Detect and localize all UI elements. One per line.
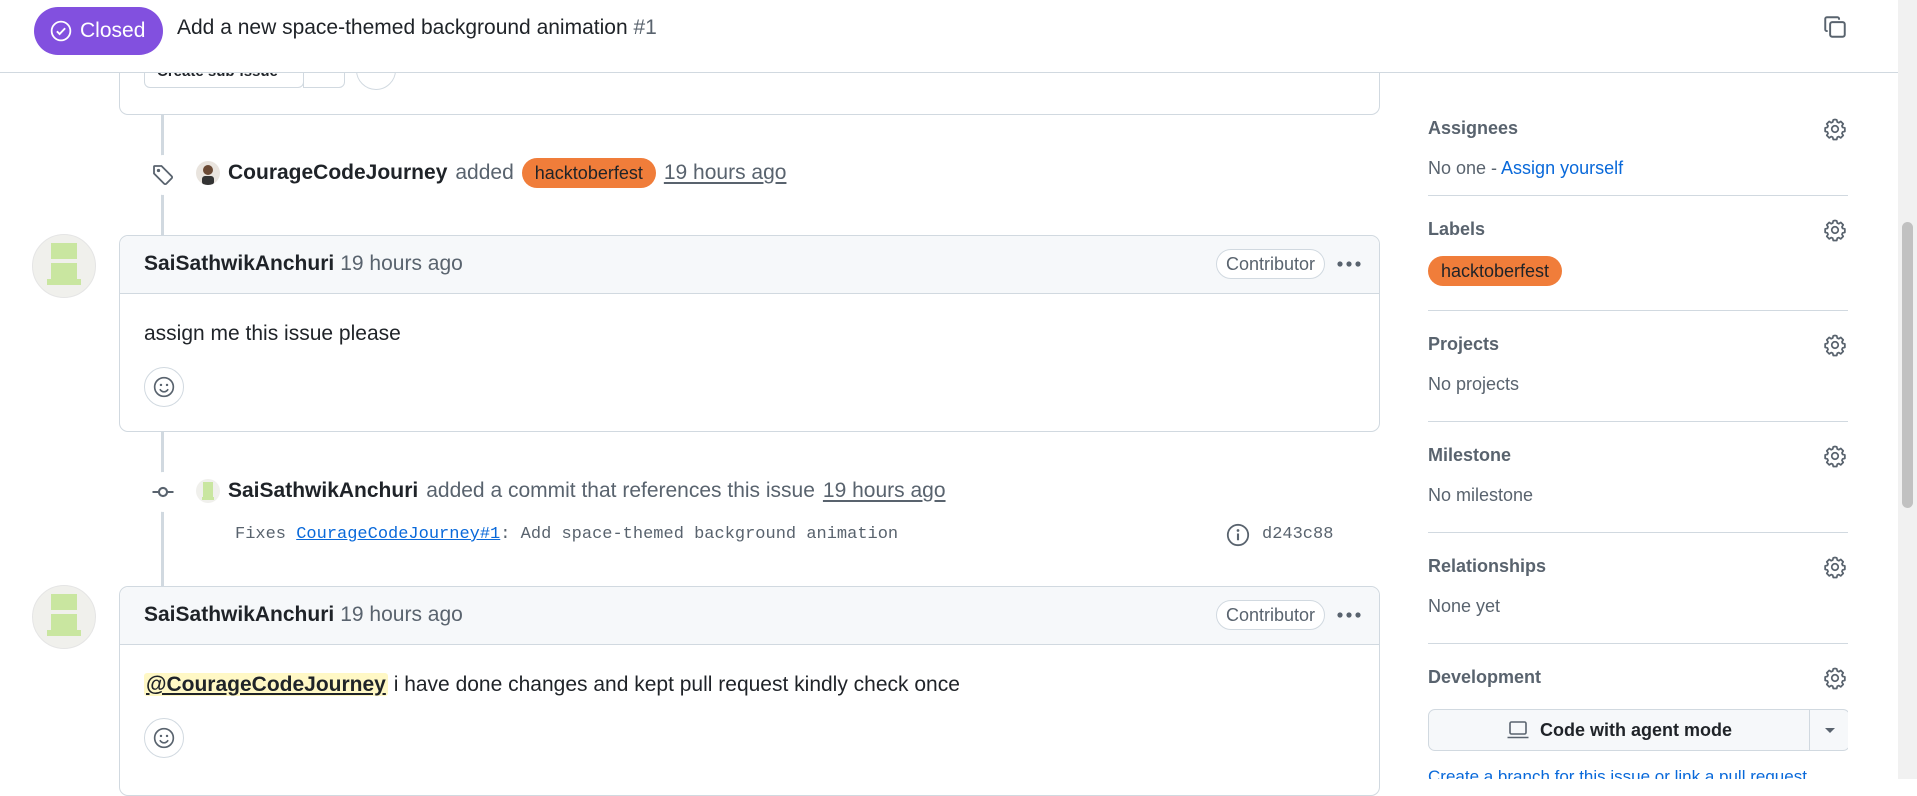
chevron-down-icon xyxy=(1824,728,1835,733)
check-circle-icon xyxy=(50,20,72,42)
tag-icon xyxy=(143,155,183,195)
sidebar-relationships: Relationships None yet xyxy=(1428,532,1848,644)
label-hacktoberfest[interactable]: hacktoberfest xyxy=(521,158,656,188)
smiley-icon xyxy=(153,376,175,398)
projects-value: No projects xyxy=(1428,374,1520,394)
contributor-badge: Contributor xyxy=(1215,249,1325,279)
copy-icon[interactable] xyxy=(1822,14,1852,44)
comment-timestamp[interactable]: 19 hours ago xyxy=(340,252,463,275)
comment-timestamp[interactable]: 19 hours ago xyxy=(340,603,463,626)
label-event: CourageCodeJourney added hacktoberfest 1… xyxy=(196,158,786,188)
code-with-agent-button[interactable]: Code with agent mode xyxy=(1428,709,1810,751)
comment-header: SaiSathwikAnchuri 19 hours ago Contributo… xyxy=(120,236,1379,294)
commit-message: Fixes CourageCodeJourney#1: Add space-th… xyxy=(235,525,899,544)
section-title: Relationships xyxy=(1428,556,1547,576)
commit-sha[interactable]: d243c88 xyxy=(1262,525,1333,544)
gear-icon[interactable] xyxy=(1822,443,1848,469)
relationships-value: None yet xyxy=(1428,596,1501,616)
issue-title: Add a new space-themed background animat… xyxy=(177,16,657,39)
contributor-badge: Contributor xyxy=(1215,600,1325,630)
section-title: Assignees xyxy=(1428,118,1519,138)
kebab-menu-icon[interactable] xyxy=(1335,250,1363,278)
gear-icon[interactable] xyxy=(1822,332,1848,358)
comment-card: SaiSathwikAnchuri 19 hours ago Contributo… xyxy=(119,586,1380,796)
comment-body: assign me this issue please xyxy=(144,322,401,345)
event-timestamp[interactable]: 19 hours ago xyxy=(823,479,946,503)
user-mention[interactable]: @CourageCodeJourney xyxy=(144,673,388,696)
avatar[interactable] xyxy=(32,234,96,298)
comment-author[interactable]: SaiSathwikAnchuri xyxy=(144,252,334,275)
event-action: added xyxy=(455,161,514,184)
assignees-value: No one - Assign yourself xyxy=(1428,158,1624,178)
create-branch-link[interactable]: Create a branch for this issue or link a… xyxy=(1428,767,1812,779)
sidebar-assignees: Assignees No one - Assign yourself xyxy=(1428,100,1848,196)
commit-icon xyxy=(143,472,183,512)
comment-header: SaiSathwikAnchuri 19 hours ago Contributo… xyxy=(120,587,1379,645)
section-title: Development xyxy=(1428,667,1542,687)
sidebar-milestone: Milestone No milestone xyxy=(1428,421,1848,533)
agent-dropdown-button[interactable] xyxy=(1809,709,1848,751)
sticky-header: Closed Add a new space-themed background… xyxy=(0,0,1898,73)
assign-yourself-link[interactable]: Assign yourself xyxy=(1501,158,1623,178)
label-hacktoberfest[interactable]: hacktoberfest xyxy=(1428,256,1563,286)
milestone-value: No milestone xyxy=(1428,485,1534,505)
add-reaction-button[interactable] xyxy=(144,718,184,758)
section-title: Milestone xyxy=(1428,445,1512,465)
commit-issue-link[interactable]: CourageCodeJourney#1 xyxy=(296,525,500,544)
gear-icon[interactable] xyxy=(1822,665,1848,691)
scrollbar-thumb[interactable] xyxy=(1902,222,1913,508)
issue-number: #1 xyxy=(633,16,657,39)
info-icon[interactable] xyxy=(1226,523,1250,547)
avatar[interactable] xyxy=(196,161,220,185)
comment-body: @CourageCodeJourney i have done changes … xyxy=(144,673,960,696)
laptop-icon xyxy=(1507,721,1529,739)
gear-icon[interactable] xyxy=(1822,116,1848,142)
gear-icon[interactable] xyxy=(1822,554,1848,580)
kebab-menu-icon[interactable] xyxy=(1335,601,1363,629)
actor-link[interactable]: SaiSathwikAnchuri xyxy=(228,479,418,503)
comment-card: SaiSathwikAnchuri 19 hours ago Contributo… xyxy=(119,235,1380,432)
comment-author[interactable]: SaiSathwikAnchuri xyxy=(144,603,334,626)
section-title: Labels xyxy=(1428,219,1486,239)
smiley-icon xyxy=(153,727,175,749)
add-reaction-button[interactable] xyxy=(144,367,184,407)
actor-link[interactable]: CourageCodeJourney xyxy=(228,161,447,185)
closed-status-badge: Closed xyxy=(34,7,164,55)
sidebar-projects: Projects No projects xyxy=(1428,310,1848,422)
gear-icon[interactable] xyxy=(1822,217,1848,243)
sidebar-labels: Labels hacktoberfest xyxy=(1428,195,1848,311)
avatar[interactable] xyxy=(32,585,96,649)
commit-event: SaiSathwikAnchuri added a commit that re… xyxy=(196,479,946,503)
avatar[interactable] xyxy=(196,479,220,503)
event-timestamp[interactable]: 19 hours ago xyxy=(664,161,787,185)
section-title: Projects xyxy=(1428,334,1500,354)
sidebar-development: Development Code with agent mode Create … xyxy=(1428,643,1848,779)
event-action: added a commit that references this issu… xyxy=(426,479,815,502)
